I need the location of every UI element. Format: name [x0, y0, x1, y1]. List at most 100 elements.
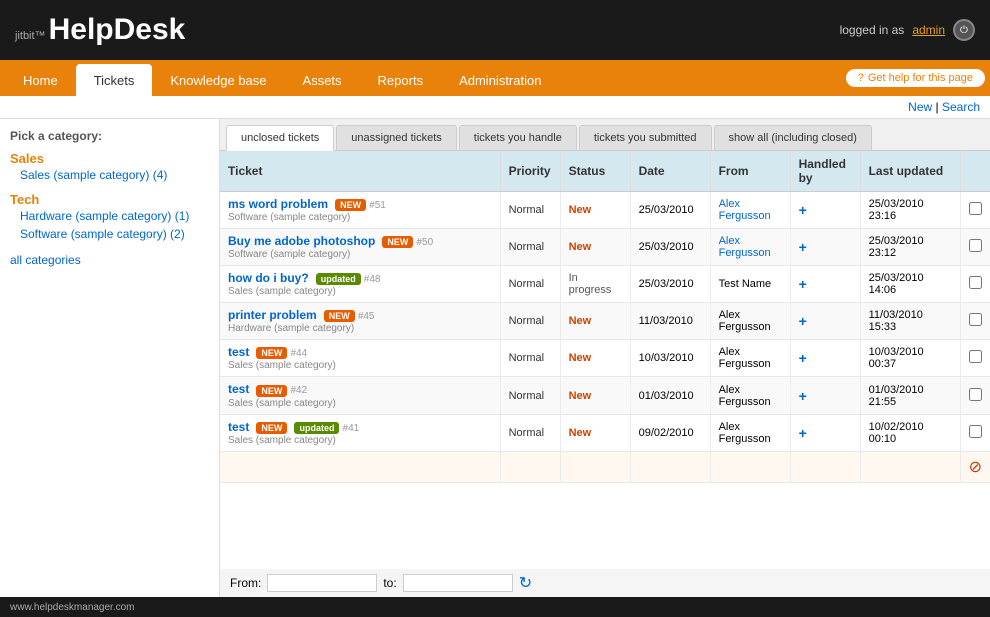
- tab-unclosed[interactable]: unclosed tickets: [226, 125, 334, 151]
- ticket-id: #48: [364, 274, 381, 285]
- table-row: test NEW #44 Sales (sample category) Nor…: [220, 340, 990, 377]
- from-date-input[interactable]: [267, 574, 377, 592]
- search-link[interactable]: Search: [942, 100, 980, 114]
- username-link[interactable]: admin: [912, 23, 945, 37]
- nav-administration[interactable]: Administration: [441, 64, 559, 96]
- ticket-id: #41: [343, 423, 360, 434]
- ticket-checkbox[interactable]: [969, 388, 982, 401]
- ticket-checkbox-cell: [960, 229, 990, 266]
- date-filter: From: to: ↻: [220, 569, 990, 597]
- tab-you-submitted[interactable]: tickets you submitted: [579, 125, 712, 150]
- ticket-title[interactable]: Buy me adobe photoshop: [228, 234, 375, 248]
- ticket-title[interactable]: test: [228, 382, 249, 396]
- ticket-checkbox[interactable]: [969, 425, 982, 438]
- help-icon: ?: [858, 72, 864, 84]
- ticket-last-updated: 25/03/201023:16: [860, 192, 960, 229]
- ticket-last-updated: 10/02/201000:10: [860, 414, 960, 451]
- col-from[interactable]: From: [710, 151, 790, 192]
- ticket-from: Alex Fergusson: [710, 377, 790, 414]
- ticket-from: Alex Fergusson: [710, 414, 790, 451]
- ticket-priority: Normal: [500, 303, 560, 340]
- ticket-cell: test NEW #42 Sales (sample category): [220, 377, 500, 414]
- ticket-title[interactable]: printer problem: [228, 308, 317, 322]
- ticket-checkbox[interactable]: [969, 350, 982, 363]
- ticket-cell: printer problem NEW #45 Hardware (sample…: [220, 303, 500, 340]
- help-label: Get help for this page: [868, 72, 973, 84]
- col-priority[interactable]: Priority: [500, 151, 560, 192]
- ticket-id: #44: [290, 348, 307, 359]
- badge-new: NEW: [256, 422, 287, 434]
- ticket-checkbox-cell: [960, 377, 990, 414]
- category-group-tech: Tech Hardware (sample category) (1) Soft…: [10, 192, 209, 243]
- ticket-cell: Buy me adobe photoshop NEW #50 Software …: [220, 229, 500, 266]
- ticket-from: Alex Fergusson: [710, 303, 790, 340]
- delete-cell: ⊘: [960, 451, 990, 482]
- table-row: printer problem NEW #45 Hardware (sample…: [220, 303, 990, 340]
- delete-icon[interactable]: ⊘: [969, 459, 982, 476]
- ticket-title[interactable]: how do i buy?: [228, 271, 309, 285]
- to-date-input[interactable]: [403, 574, 513, 592]
- nav-assets[interactable]: Assets: [285, 64, 360, 96]
- tickets-tbody: ms word problem NEW #51 Software (sample…: [220, 192, 990, 483]
- footer-watermark: www.helpdeskmanager.com: [10, 602, 135, 613]
- ticket-title[interactable]: ms word problem: [228, 197, 328, 211]
- nav-home[interactable]: Home: [5, 64, 76, 96]
- category-group-title-sales[interactable]: Sales: [10, 151, 209, 166]
- ticket-checkbox[interactable]: [969, 239, 982, 252]
- logo-name: HelpDesk: [49, 13, 186, 46]
- ticket-id: #51: [369, 200, 386, 211]
- ticket-last-updated: 10/03/201000:37: [860, 340, 960, 377]
- badge-new: NEW: [256, 385, 287, 397]
- nav-knowledge-base[interactable]: Knowledge base: [152, 64, 284, 96]
- badge-new: NEW: [382, 236, 413, 248]
- logo-brand: jitbit™: [15, 30, 49, 42]
- footer: www.helpdeskmanager.com: [0, 597, 990, 617]
- ticket-date: 25/03/2010: [630, 229, 710, 266]
- logged-in-text: logged in as: [840, 23, 905, 37]
- ticket-priority: Normal: [500, 414, 560, 451]
- from-label: From:: [230, 576, 261, 590]
- ticket-title[interactable]: test: [228, 420, 249, 434]
- tab-show-all[interactable]: show all (including closed): [714, 125, 872, 150]
- nav-tickets[interactable]: Tickets: [76, 64, 153, 96]
- ticket-priority: Normal: [500, 340, 560, 377]
- badge-new: NEW: [256, 347, 287, 359]
- badge-new: NEW: [335, 199, 366, 211]
- col-date[interactable]: Date: [630, 151, 710, 192]
- col-last-updated[interactable]: Last updated: [860, 151, 960, 192]
- logo: jitbit™ HelpDesk: [15, 13, 185, 47]
- ticket-title[interactable]: test: [228, 345, 249, 359]
- nav-reports[interactable]: Reports: [360, 64, 442, 96]
- col-status[interactable]: Status: [560, 151, 630, 192]
- ticket-status: New: [560, 414, 630, 451]
- col-handled-by[interactable]: Handled by: [790, 151, 860, 192]
- ticket-status: New: [560, 192, 630, 229]
- ticket-sub: Software (sample category): [228, 212, 350, 223]
- ticket-checkbox[interactable]: [969, 276, 982, 289]
- ticket-checkbox[interactable]: [969, 313, 982, 326]
- ticket-sub: Sales (sample category): [228, 398, 336, 409]
- ticket-checkbox[interactable]: [969, 202, 982, 215]
- col-ticket[interactable]: Ticket: [220, 151, 500, 192]
- table-row-actions: ⊘: [220, 451, 990, 482]
- from-link[interactable]: Alex Fergusson: [719, 235, 771, 259]
- ticket-last-updated: 25/03/201014:06: [860, 266, 960, 303]
- new-link[interactable]: New: [908, 100, 932, 114]
- help-button[interactable]: ? Get help for this page: [846, 69, 985, 87]
- tab-unassigned[interactable]: unassigned tickets: [336, 125, 457, 150]
- ticket-date: 25/03/2010: [630, 266, 710, 303]
- sidebar-title: Pick a category:: [10, 129, 209, 143]
- ticket-checkbox-cell: [960, 340, 990, 377]
- category-item-software[interactable]: Software (sample category) (2): [10, 225, 209, 243]
- category-item-sales-sample[interactable]: Sales (sample category) (4): [10, 166, 209, 184]
- ticket-checkbox-cell: [960, 303, 990, 340]
- ticket-checkbox-cell: [960, 192, 990, 229]
- all-categories-link[interactable]: all categories: [10, 253, 209, 267]
- tab-you-handle[interactable]: tickets you handle: [459, 125, 577, 150]
- power-button[interactable]: ⏻: [953, 19, 975, 41]
- ticket-cell: ms word problem NEW #51 Software (sample…: [220, 192, 500, 229]
- ticket-priority: Normal: [500, 192, 560, 229]
- category-item-hardware[interactable]: Hardware (sample category) (1): [10, 207, 209, 225]
- category-group-title-tech[interactable]: Tech: [10, 192, 209, 207]
- refresh-button[interactable]: ↻: [519, 573, 532, 593]
